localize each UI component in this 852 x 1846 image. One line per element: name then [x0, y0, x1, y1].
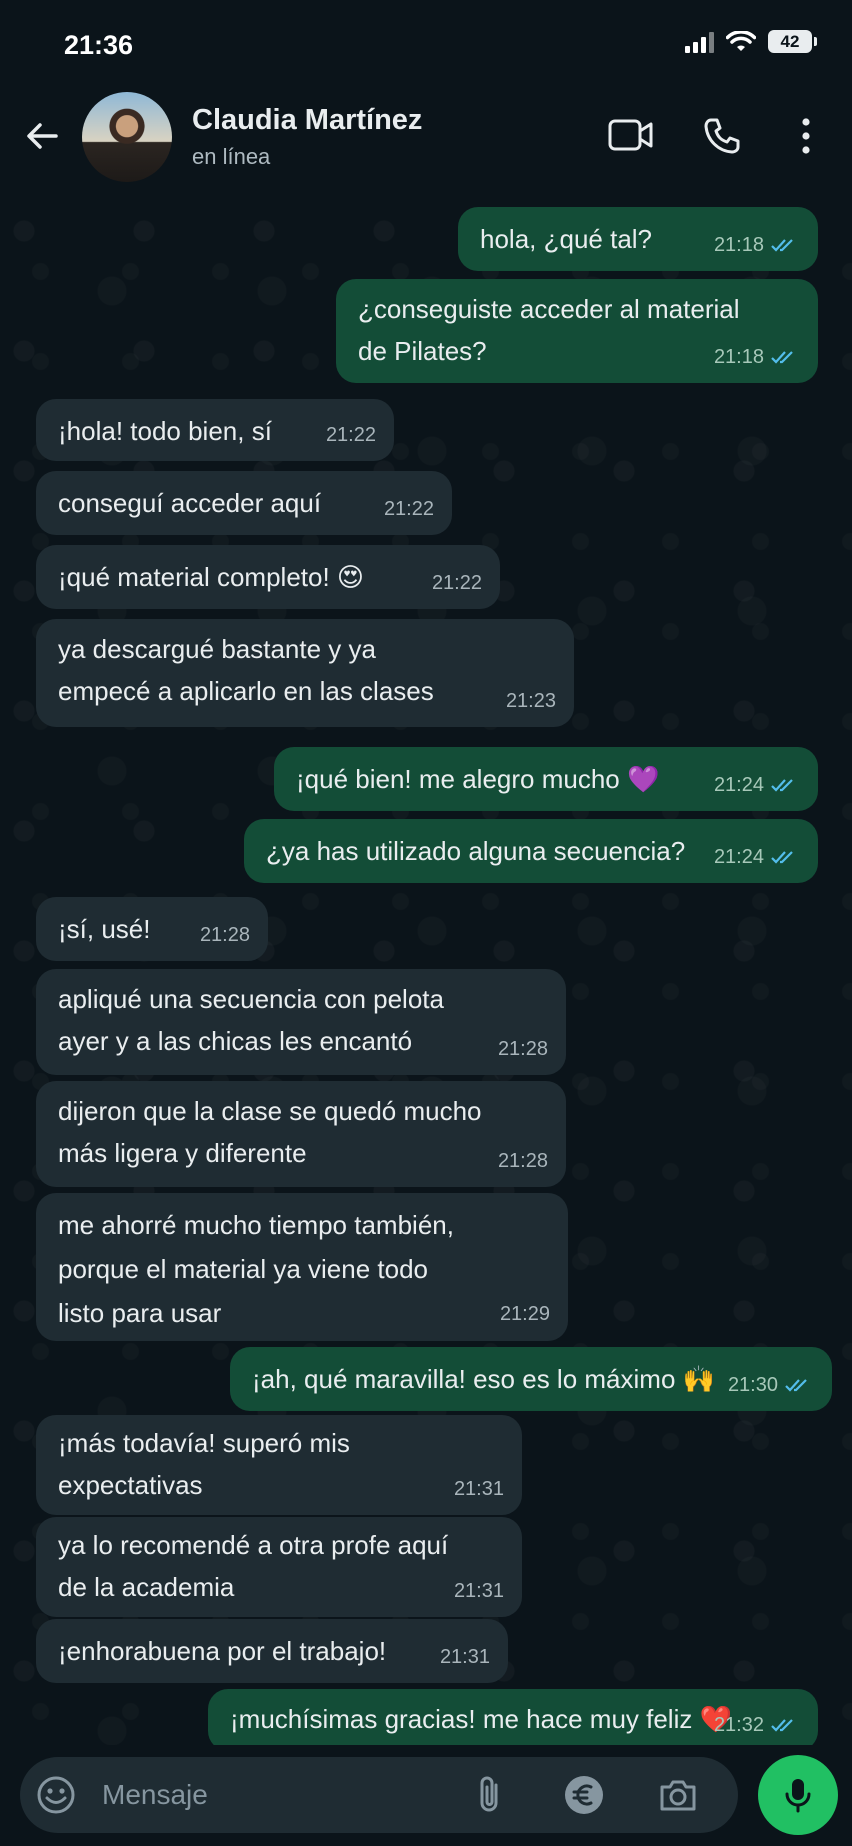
- double-check-icon: [771, 239, 793, 252]
- incoming-message[interactable]: ¡más todavía! superó mis expectativas 21…: [36, 1415, 522, 1515]
- incoming-message[interactable]: ¡hola! todo bien, sí 21:22: [36, 399, 394, 461]
- outgoing-message[interactable]: ¿ya has utilizado alguna secuencia? 21:2…: [244, 819, 818, 883]
- outgoing-message[interactable]: ¡ah, qué maravilla! eso es lo máximo 🙌 2…: [230, 1347, 832, 1411]
- message-meta: 21:32: [714, 1709, 800, 1741]
- message-meta: 21:31: [440, 1641, 490, 1673]
- incoming-message[interactable]: ¡sí, usé! 21:28: [36, 897, 268, 961]
- incoming-message[interactable]: ¡enhorabuena por el trabajo! 21:31: [36, 1619, 508, 1683]
- double-check-icon: [785, 1379, 807, 1392]
- message-meta: 21:28: [498, 1033, 548, 1065]
- incoming-message[interactable]: apliqué una secuencia con pelota ayer y …: [36, 969, 566, 1075]
- message-meta: 21:22: [326, 419, 376, 451]
- message-text: conseguí acceder aquí: [58, 488, 322, 518]
- message-text: ¡qué bien! me alegro mucho 💜: [296, 764, 660, 794]
- double-check-icon: [771, 779, 793, 792]
- outgoing-message[interactable]: ¿conseguiste acceder al material de Pila…: [336, 279, 818, 383]
- message-text: ¡hola! todo bien, sí: [58, 416, 272, 446]
- microphone-icon: [785, 1779, 811, 1813]
- message-text: ¡más todavía! superó mis expectativas: [58, 1428, 350, 1500]
- message-meta: 21:22: [432, 567, 482, 599]
- euro-icon[interactable]: [562, 1773, 606, 1817]
- message-time: 21:31: [453, 1478, 504, 1500]
- double-check-icon: [771, 351, 793, 364]
- message-meta: 21:22: [384, 493, 434, 525]
- message-text: ya descargué bastante y ya empecé a apli…: [58, 634, 434, 706]
- message-time: 21:28: [199, 924, 250, 946]
- message-text: ¡muchísimas gracias! me hace muy feliz ❤…: [230, 1704, 732, 1734]
- message-text: ¿ya has utilizado alguna secuencia?: [266, 836, 686, 866]
- outgoing-message[interactable]: ¡qué bien! me alegro mucho 💜 21:24: [274, 747, 818, 811]
- message-text: ¡qué material completo! 😍: [58, 562, 365, 592]
- status-time: 21:36: [64, 30, 134, 60]
- message-meta: 21:18: [714, 229, 800, 261]
- message-text: ¿conseguiste acceder al material de Pila…: [358, 294, 740, 366]
- message-text: ¡enhorabuena por el trabajo!: [58, 1636, 387, 1666]
- wifi-icon: [726, 30, 756, 51]
- message-time: 21:31: [453, 1580, 504, 1602]
- camera-icon[interactable]: [656, 1773, 700, 1817]
- message-composer: [0, 1745, 852, 1846]
- emoji-icon[interactable]: [34, 1773, 78, 1817]
- outgoing-message[interactable]: hola, ¿qué tal? 21:18: [458, 207, 818, 271]
- message-meta: 21:18: [714, 341, 800, 373]
- message-text: ¡ah, qué maravilla! eso es lo máximo 🙌: [252, 1364, 715, 1394]
- message-time: 21:22: [431, 572, 482, 594]
- status-icons: 42: [685, 30, 817, 53]
- message-input-container: [20, 1757, 738, 1833]
- message-time: 21:24: [713, 846, 764, 868]
- battery-icon: 42: [768, 30, 817, 53]
- message-time: 21:29: [499, 1303, 550, 1325]
- message-time: 21:28: [497, 1150, 548, 1172]
- message-text: me ahorré mucho tiempo también, porque e…: [58, 1210, 454, 1329]
- message-time: 21:18: [713, 346, 764, 368]
- incoming-message[interactable]: ya descargué bastante y ya empecé a apli…: [36, 619, 574, 727]
- outgoing-message[interactable]: ¡muchísimas gracias! me hace muy feliz ❤…: [208, 1689, 818, 1745]
- message-time: 21:31: [439, 1646, 490, 1668]
- message-text: hola, ¿qué tal?: [480, 224, 653, 254]
- microphone-button[interactable]: [758, 1755, 838, 1835]
- battery-level: 42: [780, 31, 800, 51]
- contact-name[interactable]: Claudia Martínez: [192, 104, 422, 137]
- incoming-message[interactable]: dijeron que la clase se quedó mucho más …: [36, 1081, 566, 1187]
- arrow-left-icon[interactable]: [22, 116, 62, 156]
- double-check-icon: [771, 1719, 793, 1732]
- incoming-message[interactable]: me ahorré mucho tiempo también, porque e…: [36, 1193, 568, 1341]
- message-time: 21:28: [497, 1038, 548, 1060]
- phone-icon[interactable]: [702, 116, 742, 156]
- message-meta: 21:23: [506, 685, 556, 717]
- message-time: 21:18: [713, 234, 764, 256]
- message-text: dijeron que la clase se quedó mucho más …: [58, 1096, 482, 1168]
- double-check-icon: [771, 851, 793, 864]
- message-meta: 21:24: [714, 841, 800, 873]
- video-call-icon[interactable]: [608, 118, 654, 152]
- more-vert-icon[interactable]: [796, 116, 816, 156]
- message-time: 21:30: [727, 1374, 778, 1396]
- message-meta: 21:24: [714, 769, 800, 801]
- message-list[interactable]: hola, ¿qué tal? 21:18 ¿conseguiste acced…: [0, 195, 852, 1745]
- message-time: 21:32: [713, 1714, 764, 1736]
- message-meta: 21:30: [728, 1369, 814, 1401]
- message-meta: 21:31: [454, 1575, 504, 1607]
- avatar[interactable]: [82, 92, 172, 182]
- message-meta: 21:31: [454, 1473, 504, 1505]
- incoming-message[interactable]: ¡qué material completo! 😍 21:22: [36, 545, 500, 609]
- message-time: 21:23: [505, 690, 556, 712]
- message-meta: 21:29: [500, 1297, 550, 1331]
- paperclip-icon[interactable]: [468, 1773, 512, 1817]
- message-input[interactable]: [102, 1775, 462, 1815]
- top-bar: 21:36 42 Claudia Martínez en línea: [0, 0, 852, 195]
- message-meta: 21:28: [498, 1145, 548, 1177]
- message-text: ya lo recomendé a otra profe aquí de la …: [58, 1530, 449, 1602]
- message-time: 21:22: [325, 424, 376, 446]
- signal-icon: [685, 31, 714, 53]
- message-text: ¡sí, usé!: [58, 914, 151, 944]
- message-meta: 21:28: [200, 919, 250, 951]
- message-time: 21:24: [713, 774, 764, 796]
- message-text: apliqué una secuencia con pelota ayer y …: [58, 984, 444, 1056]
- incoming-message[interactable]: ya lo recomendé a otra profe aquí de la …: [36, 1517, 522, 1617]
- message-time: 21:22: [383, 498, 434, 520]
- incoming-message[interactable]: conseguí acceder aquí 21:22: [36, 471, 452, 535]
- chat-header: Claudia Martínez en línea: [0, 80, 852, 190]
- contact-status: en línea: [192, 144, 271, 169]
